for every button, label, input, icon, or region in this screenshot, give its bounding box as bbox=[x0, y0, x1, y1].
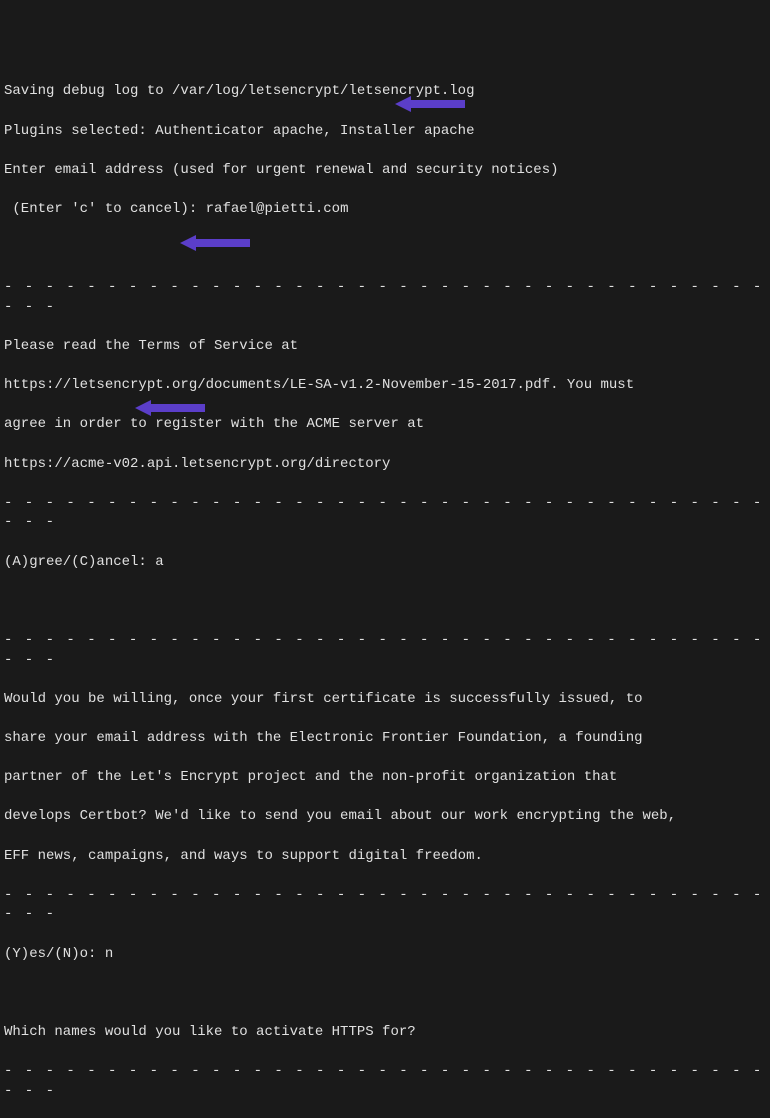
eff-line-5: EFF news, campaigns, and ways to support… bbox=[4, 847, 766, 867]
divider: - - - - - - - - - - - - - - - - - - - - … bbox=[4, 278, 766, 317]
divider: - - - - - - - - - - - - - - - - - - - - … bbox=[4, 886, 766, 925]
email-value: rafael@pietti.com bbox=[206, 201, 349, 217]
tos-line-1: Please read the Terms of Service at bbox=[4, 337, 766, 357]
arrow-icon bbox=[395, 55, 465, 75]
tos-line-4: https://acme-v02.api.letsencrypt.org/dir… bbox=[4, 455, 766, 475]
agree-prompt-line[interactable]: (A)gree/(C)ancel: a bbox=[4, 553, 766, 573]
divider: - - - - - - - - - - - - - - - - - - - - … bbox=[4, 494, 766, 533]
tos-line-2: https://letsencrypt.org/documents/LE-SA-… bbox=[4, 376, 766, 396]
divider: - - - - - - - - - - - - - - - - - - - - … bbox=[4, 1062, 766, 1101]
eff-prompt: (Y)es/(N)o: bbox=[4, 946, 105, 962]
tos-line-3: agree in order to register with the ACME… bbox=[4, 415, 766, 435]
plugins-line: Plugins selected: Authenticator apache, … bbox=[4, 122, 766, 142]
eff-line-3: partner of the Let's Encrypt project and… bbox=[4, 768, 766, 788]
debug-log-line: Saving debug log to /var/log/letsencrypt… bbox=[4, 82, 766, 102]
eff-line-1: Would you be willing, once your first ce… bbox=[4, 690, 766, 710]
eff-line-4: develops Certbot? We'd like to send you … bbox=[4, 807, 766, 827]
email-entry-line[interactable]: (Enter 'c' to cancel): rafael@pietti.com bbox=[4, 200, 766, 220]
email-prompt-line: Enter email address (used for urgent ren… bbox=[4, 161, 766, 181]
agree-prompt: (A)gree/(C)ancel: bbox=[4, 554, 155, 570]
agree-answer: a bbox=[155, 554, 163, 570]
cancel-hint: (Enter 'c' to cancel): bbox=[4, 201, 206, 217]
eff-answer: n bbox=[105, 946, 113, 962]
names-question: Which names would you like to activate H… bbox=[4, 1023, 766, 1043]
eff-prompt-line[interactable]: (Y)es/(N)o: n bbox=[4, 945, 766, 965]
divider: - - - - - - - - - - - - - - - - - - - - … bbox=[4, 631, 766, 670]
eff-line-2: share your email address with the Electr… bbox=[4, 729, 766, 749]
